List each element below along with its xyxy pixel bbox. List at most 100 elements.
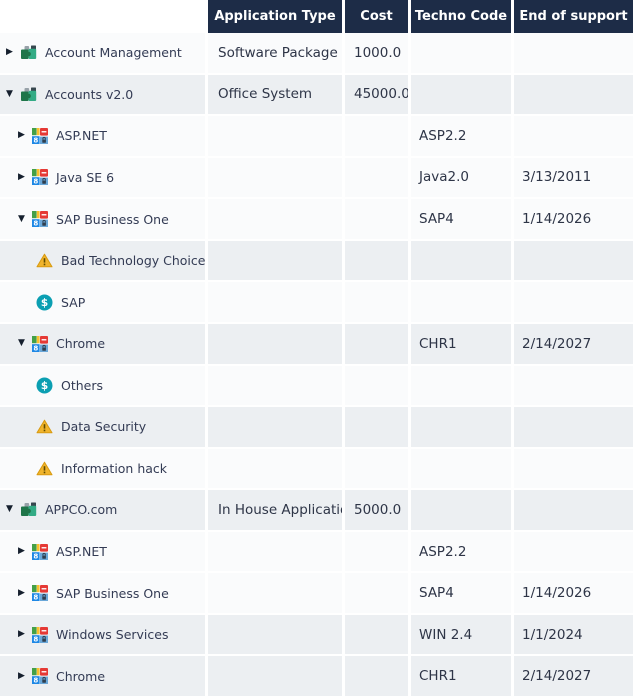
tree-item-label: Others: [61, 378, 103, 393]
cell-application-type: [208, 656, 345, 696]
table-row[interactable]: Information hack: [0, 449, 633, 491]
cell-application-type: Office System: [208, 75, 345, 115]
technology-icon: 8: [32, 211, 48, 227]
tree-item-label: SAP: [61, 295, 85, 310]
cell-techno-code: Java2.0: [411, 158, 514, 198]
table-row[interactable]: ▶8ASP.NETASP2.2: [0, 532, 633, 574]
cell-cost: 1000.0: [345, 33, 411, 73]
table-row[interactable]: ▶8ASP.NETASP2.2: [0, 116, 633, 158]
table-row[interactable]: Data Security: [0, 407, 633, 449]
technology-icon: 8: [32, 544, 48, 560]
tree-cell: ▶8Java SE 6: [0, 158, 208, 198]
expand-arrow-icon[interactable]: ▶: [6, 48, 20, 57]
column-header-techno-code[interactable]: Techno Code: [411, 0, 514, 33]
cell-end-of-support: 1/1/2024: [514, 615, 633, 655]
table-row[interactable]: ▶8Windows Services WIN 2.41/1/2024: [0, 615, 633, 657]
tree-item-label: Chrome: [56, 336, 105, 351]
expand-arrow-icon[interactable]: ▶: [18, 672, 32, 681]
column-headers: Application TypeCostTechno CodeEnd of su…: [208, 0, 633, 33]
application-icon: [20, 502, 37, 517]
expand-arrow-icon[interactable]: ▶: [18, 547, 32, 556]
expand-arrow-icon[interactable]: ▶: [18, 131, 32, 140]
table-row[interactable]: $ Others: [0, 366, 633, 408]
tree-item-label: ASP.NET: [56, 128, 107, 143]
cell-cost: [345, 241, 411, 281]
table-row[interactable]: ▼APPCO.comIn House Application5000.0: [0, 490, 633, 532]
cell-end-of-support: [514, 407, 633, 447]
cell-application-type: In House Application: [208, 490, 345, 530]
table-row[interactable]: $ SAP: [0, 282, 633, 324]
svg-text:8: 8: [33, 677, 38, 684]
tree-cell: ▶8 Chrome: [0, 656, 208, 696]
cell-application-type: [208, 615, 345, 655]
cell-application-type: [208, 407, 345, 447]
table-row[interactable]: ▼Accounts v2.0Office System45000.0: [0, 75, 633, 117]
technology-icon: 8: [32, 668, 48, 684]
cell-cost: [345, 615, 411, 655]
tree-cell: ▼8 Chrome: [0, 324, 208, 364]
tree-item-label: SAP Business One: [56, 212, 169, 227]
column-header-end-of-support[interactable]: End of support: [514, 0, 633, 33]
tree-item-label: ASP.NET: [56, 544, 107, 559]
technology-icon: 8: [32, 336, 48, 352]
table-row[interactable]: ▼8ChromeCHR12/14/2027: [0, 324, 633, 366]
tree-cell: ▶8Windows Services: [0, 615, 208, 655]
tree-column-header-spacer: [0, 0, 208, 33]
table-row[interactable]: ▶8Java SE 6 Java2.03/13/2011: [0, 158, 633, 200]
cell-cost: [345, 324, 411, 364]
svg-text:8: 8: [33, 552, 38, 559]
cell-end-of-support: [514, 116, 633, 156]
tree-cell: ▼APPCO.com: [0, 490, 208, 530]
expand-arrow-icon[interactable]: ▶: [18, 589, 32, 598]
column-header-cost[interactable]: Cost: [345, 0, 411, 33]
cell-techno-code: [411, 33, 514, 73]
svg-text:8: 8: [33, 178, 38, 185]
application-icon: [20, 87, 37, 102]
table-body: ▶Account ManagementSoftware Package1000.…: [0, 33, 633, 696]
table-row[interactable]: ▼8SAP Business OneSAP41/14/2026: [0, 199, 633, 241]
cell-application-type: [208, 449, 345, 489]
cell-end-of-support: [514, 282, 633, 322]
expand-arrow-icon[interactable]: ▶: [18, 630, 32, 639]
table-row[interactable]: Bad Technology Choices: [0, 241, 633, 283]
svg-text:$: $: [41, 297, 48, 309]
cell-end-of-support: 3/13/2011: [514, 158, 633, 198]
column-header-application-type[interactable]: Application Type: [208, 0, 345, 33]
tree-cell: ▶8SAP Business One: [0, 573, 208, 613]
collapse-arrow-icon[interactable]: ▼: [6, 505, 20, 514]
tree-item-label: Chrome: [56, 669, 105, 684]
collapse-arrow-icon[interactable]: ▼: [6, 90, 20, 99]
cell-cost: [345, 407, 411, 447]
cell-techno-code: [411, 407, 514, 447]
money-icon: $: [36, 377, 53, 394]
table-row[interactable]: ▶8ChromeCHR12/14/2027: [0, 656, 633, 696]
cell-techno-code: WIN 2.4: [411, 615, 514, 655]
warning-icon: [36, 461, 53, 476]
expand-arrow-icon[interactable]: ▶: [18, 173, 32, 182]
cell-application-type: [208, 532, 345, 572]
tree-cell: Data Security: [0, 407, 208, 447]
table-row[interactable]: ▶Account ManagementSoftware Package1000.…: [0, 33, 633, 75]
cell-end-of-support: [514, 241, 633, 281]
cell-cost: [345, 282, 411, 322]
cell-techno-code: [411, 282, 514, 322]
cell-cost: [345, 449, 411, 489]
table-row[interactable]: ▶8SAP Business OneSAP41/14/2026: [0, 573, 633, 615]
cell-application-type: [208, 199, 345, 239]
cell-application-type: [208, 282, 345, 322]
cell-end-of-support: [514, 33, 633, 73]
svg-text:8: 8: [33, 594, 38, 601]
technology-icon: 8: [32, 169, 48, 185]
cell-techno-code: [411, 241, 514, 281]
cell-techno-code: SAP4: [411, 573, 514, 613]
collapse-arrow-icon[interactable]: ▼: [18, 215, 32, 224]
tree-cell: Information hack: [0, 449, 208, 489]
tree-cell: $ SAP: [0, 282, 208, 322]
application-icon: [20, 45, 37, 60]
technology-icon: 8: [32, 585, 48, 601]
tree-cell: ▼8 SAP Business One: [0, 199, 208, 239]
tree-cell: ▶Account Management: [0, 33, 208, 73]
collapse-arrow-icon[interactable]: ▼: [18, 339, 32, 348]
cell-application-type: [208, 324, 345, 364]
cell-techno-code: CHR1: [411, 656, 514, 696]
